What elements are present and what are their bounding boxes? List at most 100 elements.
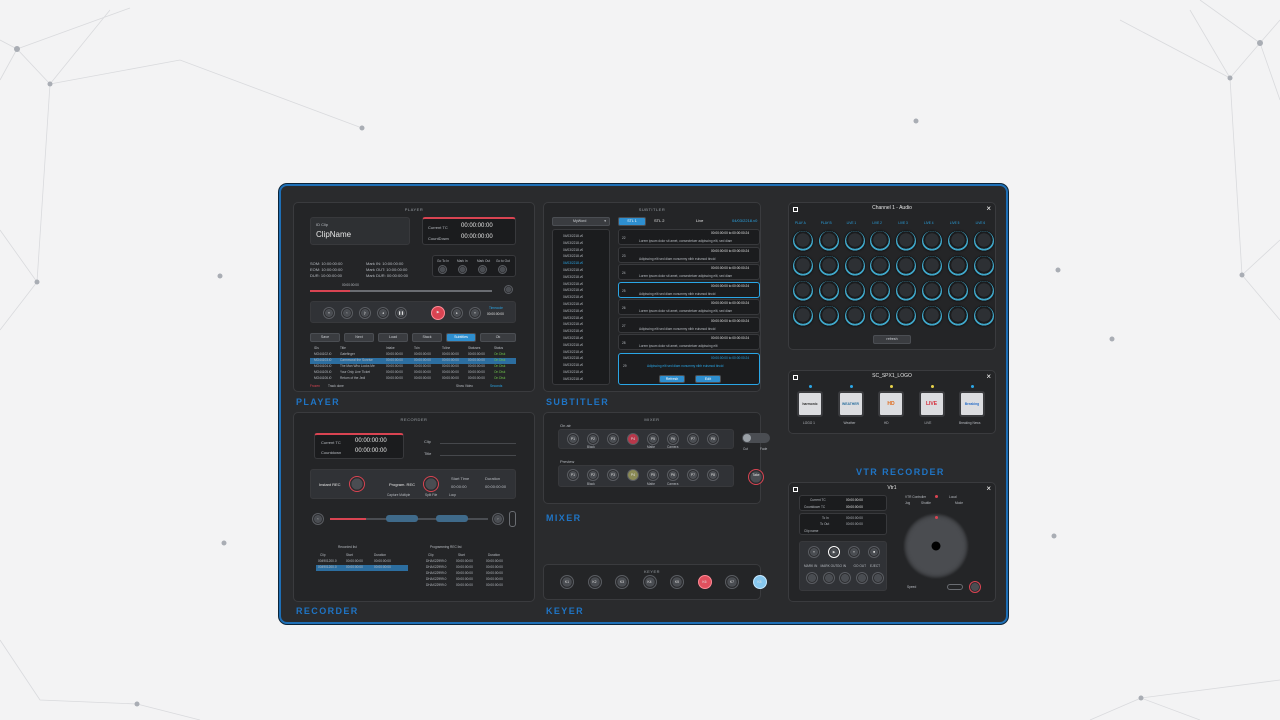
audio-knob[interactable] bbox=[870, 306, 891, 326]
audio-knob[interactable] bbox=[922, 281, 942, 301]
program-source-button[interactable]: P3 bbox=[607, 433, 619, 445]
table-cell[interactable]: 00:00:00:00 bbox=[468, 358, 485, 363]
prog-cell[interactable]: 00:00:00:00 bbox=[486, 565, 503, 570]
vtr-rewind-icon[interactable]: « bbox=[808, 546, 820, 558]
subtitle-entry[interactable]: 25 00:00:00:00 to 00:00:00:24 Adipiscing e… bbox=[618, 281, 760, 298]
rec-cell[interactable]: 00:00:00:00 bbox=[346, 559, 363, 564]
audio-knob[interactable] bbox=[973, 231, 994, 251]
table-cell[interactable]: On Disk bbox=[494, 370, 505, 375]
split-option[interactable]: Split File bbox=[425, 493, 437, 498]
keyer-button[interactable]: K3 bbox=[615, 575, 629, 589]
table-cell[interactable]: 00:00:00:00 bbox=[442, 364, 459, 369]
audio-knob[interactable] bbox=[922, 231, 942, 251]
rewind-icon[interactable]: « bbox=[323, 307, 335, 319]
audio-knob[interactable] bbox=[947, 256, 968, 276]
file-dropdown[interactable]: MyWord ▾ bbox=[552, 217, 610, 226]
keyer-button[interactable]: K4 bbox=[642, 575, 657, 589]
file-item[interactable]: 04/03/2218.v0 bbox=[563, 316, 583, 321]
prog-cell[interactable]: DHAX22999.0 bbox=[426, 577, 446, 582]
file-item[interactable]: 04/03/2218.v0 bbox=[563, 322, 583, 327]
table-cell[interactable]: MO44105.i0 bbox=[314, 370, 331, 375]
file-item[interactable]: 04/03/2218.v0 bbox=[563, 275, 583, 280]
vtr-ff-icon[interactable]: » bbox=[848, 546, 860, 558]
file-item[interactable]: 04/03/2218.v0 bbox=[563, 261, 583, 266]
audio-knob[interactable] bbox=[793, 231, 813, 251]
audio-knob[interactable] bbox=[793, 256, 813, 276]
close-icon[interactable]: × bbox=[986, 373, 991, 381]
vtr-function-button[interactable] bbox=[872, 572, 884, 584]
table-cell[interactable]: MO44102.i0 bbox=[314, 352, 331, 357]
rec-cell[interactable]: 004901200.0 bbox=[318, 559, 337, 564]
ok-tab[interactable]: Ok bbox=[480, 333, 516, 342]
table-cell[interactable]: 00:00:00:00 bbox=[414, 364, 431, 369]
rec-prev-icon[interactable]: ‹ bbox=[312, 513, 324, 525]
goto-in-button[interactable] bbox=[438, 265, 447, 274]
close-icon[interactable]: × bbox=[986, 485, 991, 493]
table-cell[interactable]: On Disk bbox=[494, 358, 505, 363]
prog-cell[interactable]: 00:00:00:00 bbox=[486, 583, 503, 588]
preview-source-button[interactable]: P4 bbox=[627, 469, 639, 481]
table-cell[interactable]: 00:00:00:00 bbox=[468, 364, 485, 369]
keyer-button[interactable]: K5 bbox=[670, 575, 684, 589]
ff-icon[interactable]: » bbox=[469, 307, 481, 319]
file-item[interactable]: 04/03/2218.v0 bbox=[563, 234, 583, 239]
program-source-button[interactable]: P8 bbox=[707, 433, 719, 445]
audio-knob[interactable] bbox=[896, 281, 917, 301]
audio-knob[interactable] bbox=[793, 281, 813, 301]
prog-cell[interactable]: DHAX22999.0 bbox=[426, 571, 446, 576]
vtr-play-icon[interactable]: ▶ bbox=[828, 546, 840, 558]
file-item[interactable]: 04/03/2218.v0 bbox=[563, 356, 583, 361]
speed-switch[interactable] bbox=[947, 584, 963, 590]
program-source-button[interactable]: P4 bbox=[627, 433, 639, 445]
audio-knob[interactable] bbox=[922, 306, 942, 326]
table-cell[interactable]: 00:00:00:00 bbox=[468, 352, 485, 357]
table-cell[interactable]: 00:00:00:00 bbox=[386, 352, 403, 357]
load-tab[interactable]: Load bbox=[378, 333, 408, 342]
vtr-function-button[interactable] bbox=[806, 572, 818, 584]
prog-cell[interactable]: 00:00:00:00 bbox=[456, 559, 473, 564]
table-cell[interactable]: Carmmoral the Sunrise bbox=[340, 358, 373, 363]
table-cell[interactable]: 00:00:00:00 bbox=[386, 364, 403, 369]
program-source-button[interactable]: P5 bbox=[647, 433, 659, 445]
table-cell[interactable]: MO44103.i0 bbox=[314, 358, 331, 363]
table-cell[interactable]: 00:00:00:00 bbox=[386, 370, 403, 375]
instant-rec-button[interactable] bbox=[349, 476, 365, 492]
audio-knob[interactable] bbox=[947, 306, 968, 326]
audio-knob[interactable] bbox=[973, 256, 994, 276]
prev-icon[interactable]: |‹ bbox=[359, 307, 371, 319]
table-cell[interactable]: On Disk bbox=[494, 376, 505, 381]
logo-thumb[interactable]: Breaking News bbox=[959, 391, 985, 417]
file-item[interactable]: 04/03/2218.v0 bbox=[563, 343, 583, 348]
mark-out-button[interactable] bbox=[478, 265, 487, 274]
refresh-sub-button[interactable]: Refresh bbox=[659, 375, 685, 383]
table-cell[interactable]: 00:00:00:00 bbox=[442, 352, 459, 357]
preview-source-button[interactable]: P6 bbox=[667, 469, 679, 481]
vtr-stop-icon[interactable]: ■ bbox=[868, 546, 880, 558]
audio-knob[interactable] bbox=[922, 256, 942, 276]
table-cell[interactable]: 00:00:00:00 bbox=[442, 358, 459, 363]
file-item[interactable]: 04/03/2218.v0 bbox=[563, 370, 583, 375]
table-cell[interactable]: 00:00:00:00 bbox=[468, 376, 485, 381]
loop-button[interactable] bbox=[504, 285, 513, 294]
audio-knob[interactable] bbox=[870, 281, 891, 301]
file-item[interactable]: 04/03/2218.v0 bbox=[563, 282, 583, 287]
file-item[interactable]: 04/03/2218.v0 bbox=[563, 254, 583, 259]
active-subtitle[interactable]: 00:00:00:00 to 00:00:00:24 29 Adipiscing e… bbox=[618, 353, 760, 385]
prog-cell[interactable]: 00:00:00:00 bbox=[486, 577, 503, 582]
table-cell[interactable]: 00:00:00:00 bbox=[386, 358, 403, 363]
subtitle-entry[interactable]: 28 00:00:00:00 to 00:00:00:24 Lorem ipsum … bbox=[618, 334, 760, 350]
subtitle-entry[interactable]: 23 00:00:00:00 to 00:00:00:24 Adipiscing e… bbox=[618, 246, 760, 263]
audio-knob[interactable] bbox=[818, 306, 839, 326]
table-cell[interactable]: Return of the Jedi bbox=[340, 376, 365, 381]
audio-knob[interactable] bbox=[896, 256, 917, 276]
table-cell[interactable]: The Man Who Looks Me bbox=[340, 364, 375, 369]
prog-cell[interactable]: DHAX22999.0 bbox=[426, 565, 446, 570]
table-cell[interactable]: 00:00:00:00 bbox=[414, 352, 431, 357]
preview-source-button[interactable]: P8 bbox=[707, 469, 719, 481]
vtr-function-button[interactable] bbox=[822, 572, 835, 584]
audio-knob[interactable] bbox=[947, 231, 968, 251]
logo-thumb[interactable]: harmonic bbox=[797, 391, 823, 417]
mark-in-button[interactable] bbox=[458, 265, 467, 274]
subtitle-entry[interactable]: 22 00:00:00:00 to 00:00:00:24 Lorem ipsum … bbox=[618, 229, 760, 245]
audio-knob[interactable] bbox=[844, 306, 865, 326]
